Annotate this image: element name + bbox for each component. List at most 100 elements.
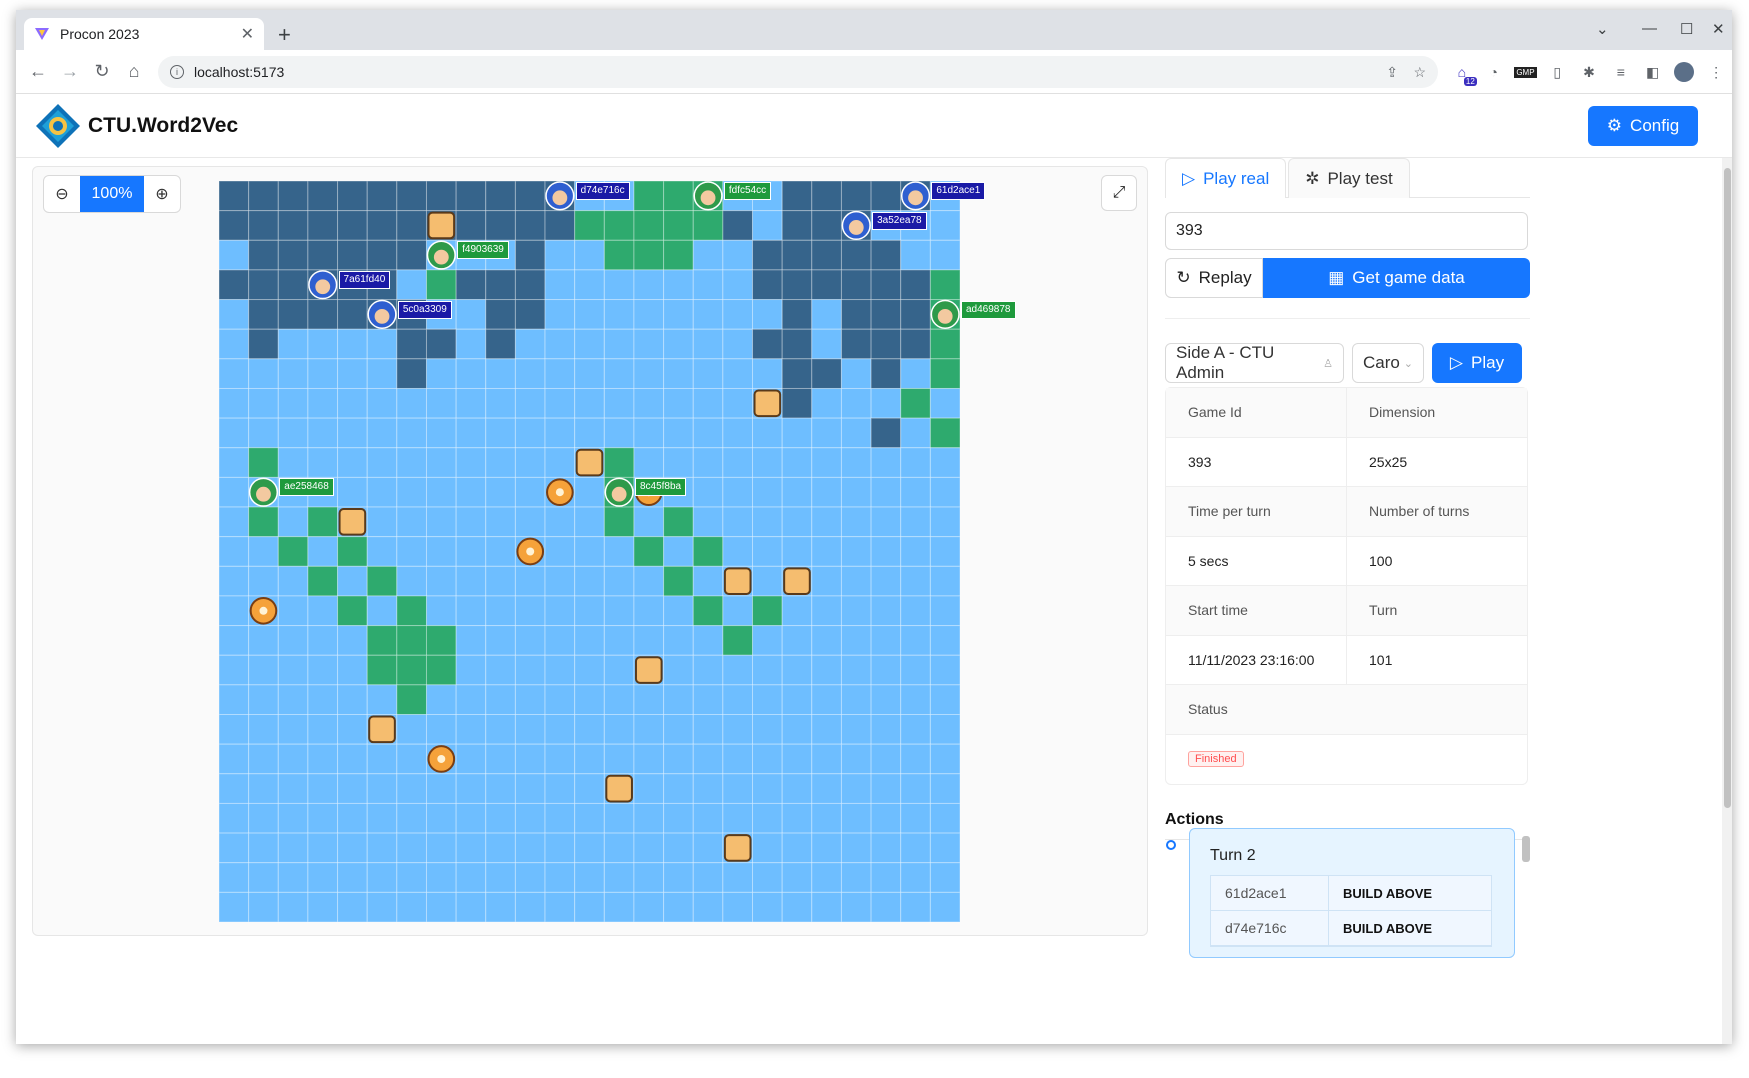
- water-cell[interactable]: [929, 595, 960, 627]
- wall-b-cell[interactable]: [603, 210, 635, 241]
- zoom-out-icon[interactable]: ⊖: [44, 176, 80, 212]
- wall-b-cell[interactable]: [900, 387, 931, 419]
- wall-b-cell[interactable]: [663, 239, 694, 271]
- water-cell[interactable]: [574, 595, 605, 627]
- water-cell[interactable]: [929, 565, 960, 597]
- water-cell[interactable]: [455, 832, 487, 864]
- home-icon[interactable]: ⌂: [118, 56, 150, 88]
- wall-a-cell[interactable]: [811, 210, 842, 241]
- water-cell[interactable]: [307, 595, 339, 627]
- wall-b-cell[interactable]: [633, 210, 665, 241]
- gmp-extension-icon[interactable]: GMP: [1510, 56, 1542, 88]
- water-cell[interactable]: [425, 595, 457, 627]
- water-cell[interactable]: [929, 506, 960, 538]
- water-cell[interactable]: [811, 506, 842, 538]
- water-cell[interactable]: [544, 595, 576, 627]
- wall-a-cell[interactable]: [455, 210, 487, 241]
- water-cell[interactable]: [603, 269, 635, 301]
- water-cell[interactable]: [900, 447, 931, 478]
- wall-b-cell[interactable]: [633, 536, 665, 567]
- water-cell[interactable]: [574, 714, 605, 745]
- water-cell[interactable]: [752, 743, 783, 775]
- water-cell[interactable]: [633, 773, 665, 804]
- water-cell[interactable]: [929, 536, 960, 567]
- water-cell[interactable]: [633, 595, 665, 627]
- water-cell[interactable]: [455, 387, 487, 419]
- water-cell[interactable]: [811, 802, 842, 834]
- water-cell[interactable]: [663, 328, 694, 360]
- wall-a-cell[interactable]: [870, 358, 902, 389]
- wall-b-cell[interactable]: [277, 536, 309, 567]
- water-cell[interactable]: [307, 417, 339, 449]
- water-cell[interactable]: [455, 506, 487, 538]
- wall-a-cell[interactable]: [455, 269, 487, 301]
- water-cell[interactable]: [307, 536, 339, 567]
- tab-play-real[interactable]: ▷ Play real: [1165, 158, 1287, 198]
- water-cell[interactable]: [781, 654, 813, 686]
- extension-badge-icon[interactable]: ⌂ 12: [1446, 56, 1478, 88]
- water-cell[interactable]: [219, 565, 250, 597]
- water-cell[interactable]: [366, 506, 398, 538]
- water-cell[interactable]: [900, 358, 931, 389]
- water-cell[interactable]: [840, 891, 872, 922]
- replay-button[interactable]: ↻ Replay: [1165, 258, 1263, 298]
- water-cell[interactable]: [692, 299, 724, 330]
- water-cell[interactable]: [633, 358, 665, 389]
- document-extension-icon[interactable]: ▯: [1541, 56, 1573, 88]
- wall-b-cell[interactable]: [337, 595, 368, 627]
- water-cell[interactable]: [574, 417, 605, 449]
- water-cell[interactable]: [840, 773, 872, 804]
- water-cell[interactable]: [425, 802, 457, 834]
- water-cell[interactable]: [425, 684, 457, 716]
- water-cell[interactable]: [248, 565, 279, 597]
- wall-a-cell[interactable]: [781, 299, 813, 330]
- water-cell[interactable]: [219, 476, 250, 508]
- water-cell[interactable]: [219, 328, 250, 360]
- water-cell[interactable]: [396, 536, 427, 567]
- water-cell[interactable]: [307, 447, 339, 478]
- wall-a-cell[interactable]: [307, 239, 339, 271]
- water-cell[interactable]: [455, 447, 487, 478]
- water-cell[interactable]: [574, 802, 605, 834]
- water-cell[interactable]: [277, 654, 309, 686]
- water-cell[interactable]: [633, 269, 665, 301]
- water-cell[interactable]: [840, 417, 872, 449]
- wall-a-cell[interactable]: [425, 181, 457, 212]
- wall-a-cell[interactable]: [781, 387, 813, 419]
- water-cell[interactable]: [277, 802, 309, 834]
- water-cell[interactable]: [219, 595, 250, 627]
- water-cell[interactable]: [811, 565, 842, 597]
- water-cell[interactable]: [219, 891, 250, 922]
- water-cell[interactable]: [248, 684, 279, 716]
- water-cell[interactable]: [277, 328, 309, 360]
- water-cell[interactable]: [811, 714, 842, 745]
- wall-a-cell[interactable]: [485, 210, 516, 241]
- water-cell[interactable]: [366, 832, 398, 864]
- water-cell[interactable]: [722, 743, 754, 775]
- wall-a-cell[interactable]: [396, 239, 427, 271]
- wall-b-cell[interactable]: [603, 239, 635, 271]
- water-cell[interactable]: [781, 832, 813, 864]
- water-cell[interactable]: [722, 684, 754, 716]
- water-cell[interactable]: [900, 891, 931, 922]
- wall-b-cell[interactable]: [692, 536, 724, 567]
- water-cell[interactable]: [603, 595, 635, 627]
- water-cell[interactable]: [840, 862, 872, 893]
- page-scrollbar-thumb[interactable]: [1724, 168, 1731, 808]
- water-cell[interactable]: [603, 565, 635, 597]
- water-cell[interactable]: [929, 684, 960, 716]
- water-cell[interactable]: [337, 625, 368, 656]
- browser-menu-icon[interactable]: ⋮: [1700, 56, 1732, 88]
- water-cell[interactable]: [929, 862, 960, 893]
- wall-a-cell[interactable]: [781, 358, 813, 389]
- water-cell[interactable]: [574, 862, 605, 893]
- wall-a-cell[interactable]: [366, 210, 398, 241]
- wall-a-cell[interactable]: [781, 181, 813, 212]
- wall-b-cell[interactable]: [366, 565, 398, 597]
- water-cell[interactable]: [840, 832, 872, 864]
- wall-a-cell[interactable]: [514, 299, 546, 330]
- water-cell[interactable]: [514, 684, 546, 716]
- water-cell[interactable]: [544, 536, 576, 567]
- water-cell[interactable]: [752, 210, 783, 241]
- wall-b-cell[interactable]: [929, 269, 960, 301]
